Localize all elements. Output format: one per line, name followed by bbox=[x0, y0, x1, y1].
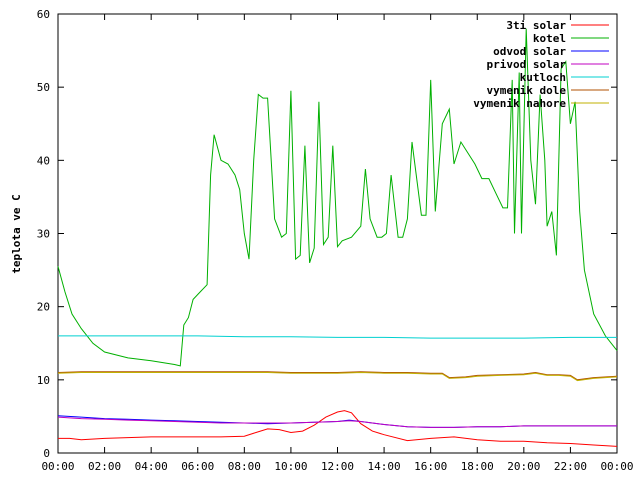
legend-label-privod-solar: privod solar bbox=[487, 58, 567, 71]
y-tick-label: 10 bbox=[37, 374, 50, 387]
x-tick-label: 18:00 bbox=[461, 460, 494, 473]
x-tick-label: 00:00 bbox=[600, 460, 633, 473]
legend-label-vymenik-nahore: vymenik nahore bbox=[473, 97, 566, 110]
x-tick-label: 02:00 bbox=[88, 460, 121, 473]
x-tick-label: 16:00 bbox=[414, 460, 447, 473]
legend: 3ti solarkotelodvod solarprivod solarkut… bbox=[473, 19, 609, 110]
x-tick-label: 10:00 bbox=[274, 460, 307, 473]
x-tick-label: 12:00 bbox=[321, 460, 354, 473]
y-tick-label: 50 bbox=[37, 81, 50, 94]
y-tick-label: 30 bbox=[37, 228, 50, 241]
series-line-3ti-solar bbox=[58, 410, 618, 447]
legend-label-odvod-solar: odvod solar bbox=[493, 45, 566, 58]
legend-label-vymenik-dole: vymenik dole bbox=[487, 84, 567, 97]
y-tick-label: 20 bbox=[37, 301, 50, 314]
legend-label-kotel: kotel bbox=[533, 32, 566, 45]
x-tick-label: 14:00 bbox=[368, 460, 401, 473]
y-tick-label: 0 bbox=[43, 447, 50, 460]
series-line-kutloch bbox=[58, 335, 617, 339]
y-tick-label: 60 bbox=[37, 8, 50, 21]
series-line-privod-solar bbox=[57, 416, 617, 428]
x-tick-label: 22:00 bbox=[554, 460, 587, 473]
y-axis-label: teplota ve C bbox=[10, 194, 23, 273]
x-tick-label: 04:00 bbox=[135, 460, 168, 473]
x-tick-label: 08:00 bbox=[228, 460, 261, 473]
x-tick-label: 06:00 bbox=[181, 460, 214, 473]
legend-label-3ti-solar: 3ti solar bbox=[506, 19, 566, 32]
x-tick-label: 00:00 bbox=[41, 460, 74, 473]
y-tick-label: 40 bbox=[37, 154, 50, 167]
x-tick-label: 20:00 bbox=[507, 460, 540, 473]
legend-label-kutloch: kutloch bbox=[520, 71, 566, 84]
temperature-chart: 00:00 02:00 04:00 06:00 08:00 10:00 12:00 14:00… bbox=[10, 8, 634, 473]
series-line-vymenik-nahore bbox=[57, 371, 618, 382]
